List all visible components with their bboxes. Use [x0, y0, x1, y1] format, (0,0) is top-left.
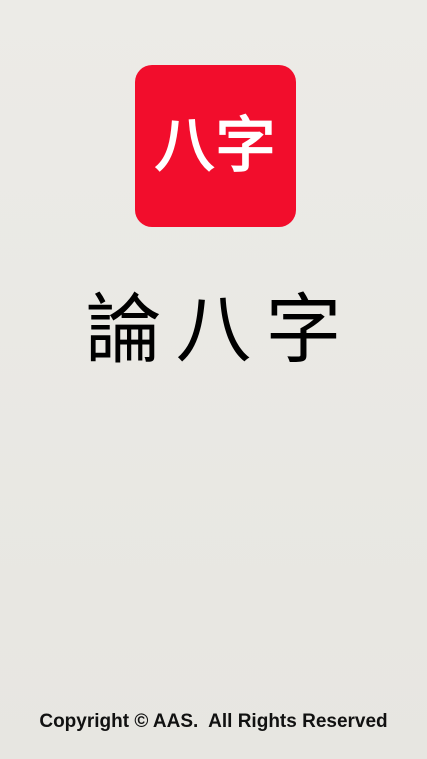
copyright-text: Copyright © AAS. All Rights Reserved — [39, 711, 388, 732]
app-logo-text: 八字 — [154, 111, 277, 181]
splash-screen: 八字 論八字 Copyright © AAS. All Rights Reser… — [0, 0, 427, 759]
app-title: 論八字 — [85, 285, 356, 374]
app-logo-icon: 八字 — [135, 65, 296, 227]
